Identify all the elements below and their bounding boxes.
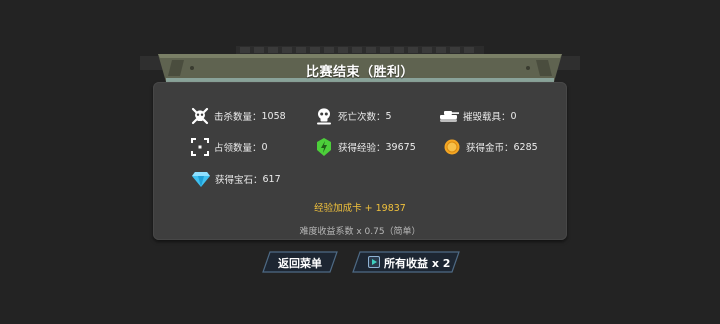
- page-title: 比赛结束（胜利）: [305, 65, 414, 80]
- difficulty-multiplier-text: 难度收益系数 x 0.75（简单）: [299, 227, 421, 237]
- stat-label: 击杀数量：: [214, 112, 262, 123]
- experience-icon: [313, 136, 335, 158]
- stat-value: 6285: [513, 141, 538, 153]
- stat-value: 39675: [385, 141, 416, 153]
- stat-kills: 击杀数量： 1058: [189, 105, 286, 127]
- stat-vehicles-destroyed: 摧毁载具： 0: [438, 105, 517, 127]
- results-panel: 击杀数量： 1058 死亡次数： 5 摧毁载具： 0 占领数量： 0 获得经验：…: [153, 82, 567, 240]
- stat-value: 617: [262, 173, 281, 185]
- stat-value: 5: [385, 110, 392, 122]
- stat-deaths: 死亡次数： 5: [313, 105, 392, 127]
- all-rewards-x2-button[interactable]: 所有收益 x 2: [352, 251, 460, 273]
- stat-value: 0: [510, 110, 517, 122]
- exp-bonus-card-text: 经验加成卡 + 19837: [314, 203, 406, 214]
- diamond-icon: [190, 168, 212, 190]
- stat-gems: 获得宝石： 617: [190, 168, 281, 190]
- gold-coin-icon: [441, 136, 463, 158]
- stat-label: 获得宝石：: [215, 175, 263, 186]
- stat-label: 死亡次数：: [338, 112, 386, 123]
- stat-label: 摧毁载具：: [463, 112, 511, 123]
- tank-icon: [438, 105, 460, 127]
- skull-icon: [313, 105, 335, 127]
- stat-captures: 占领数量： 0: [189, 136, 268, 158]
- capture-zone-icon: [189, 136, 211, 158]
- stat-gold: 获得金币： 6285: [441, 136, 538, 158]
- stat-value: 1058: [261, 110, 286, 122]
- stat-value: 0: [261, 141, 268, 153]
- stat-experience: 获得经验： 39675: [313, 136, 416, 158]
- stat-label: 占领数量：: [214, 143, 262, 154]
- all-rewards-label: 所有收益 x 2: [384, 257, 451, 270]
- stat-label: 获得经验：: [338, 143, 386, 154]
- return-menu-button[interactable]: 返回菜单: [262, 251, 338, 273]
- return-menu-label: 返回菜单: [278, 257, 322, 270]
- stat-label: 获得金币：: [466, 143, 514, 154]
- skull-crossbones-icon: [189, 105, 211, 127]
